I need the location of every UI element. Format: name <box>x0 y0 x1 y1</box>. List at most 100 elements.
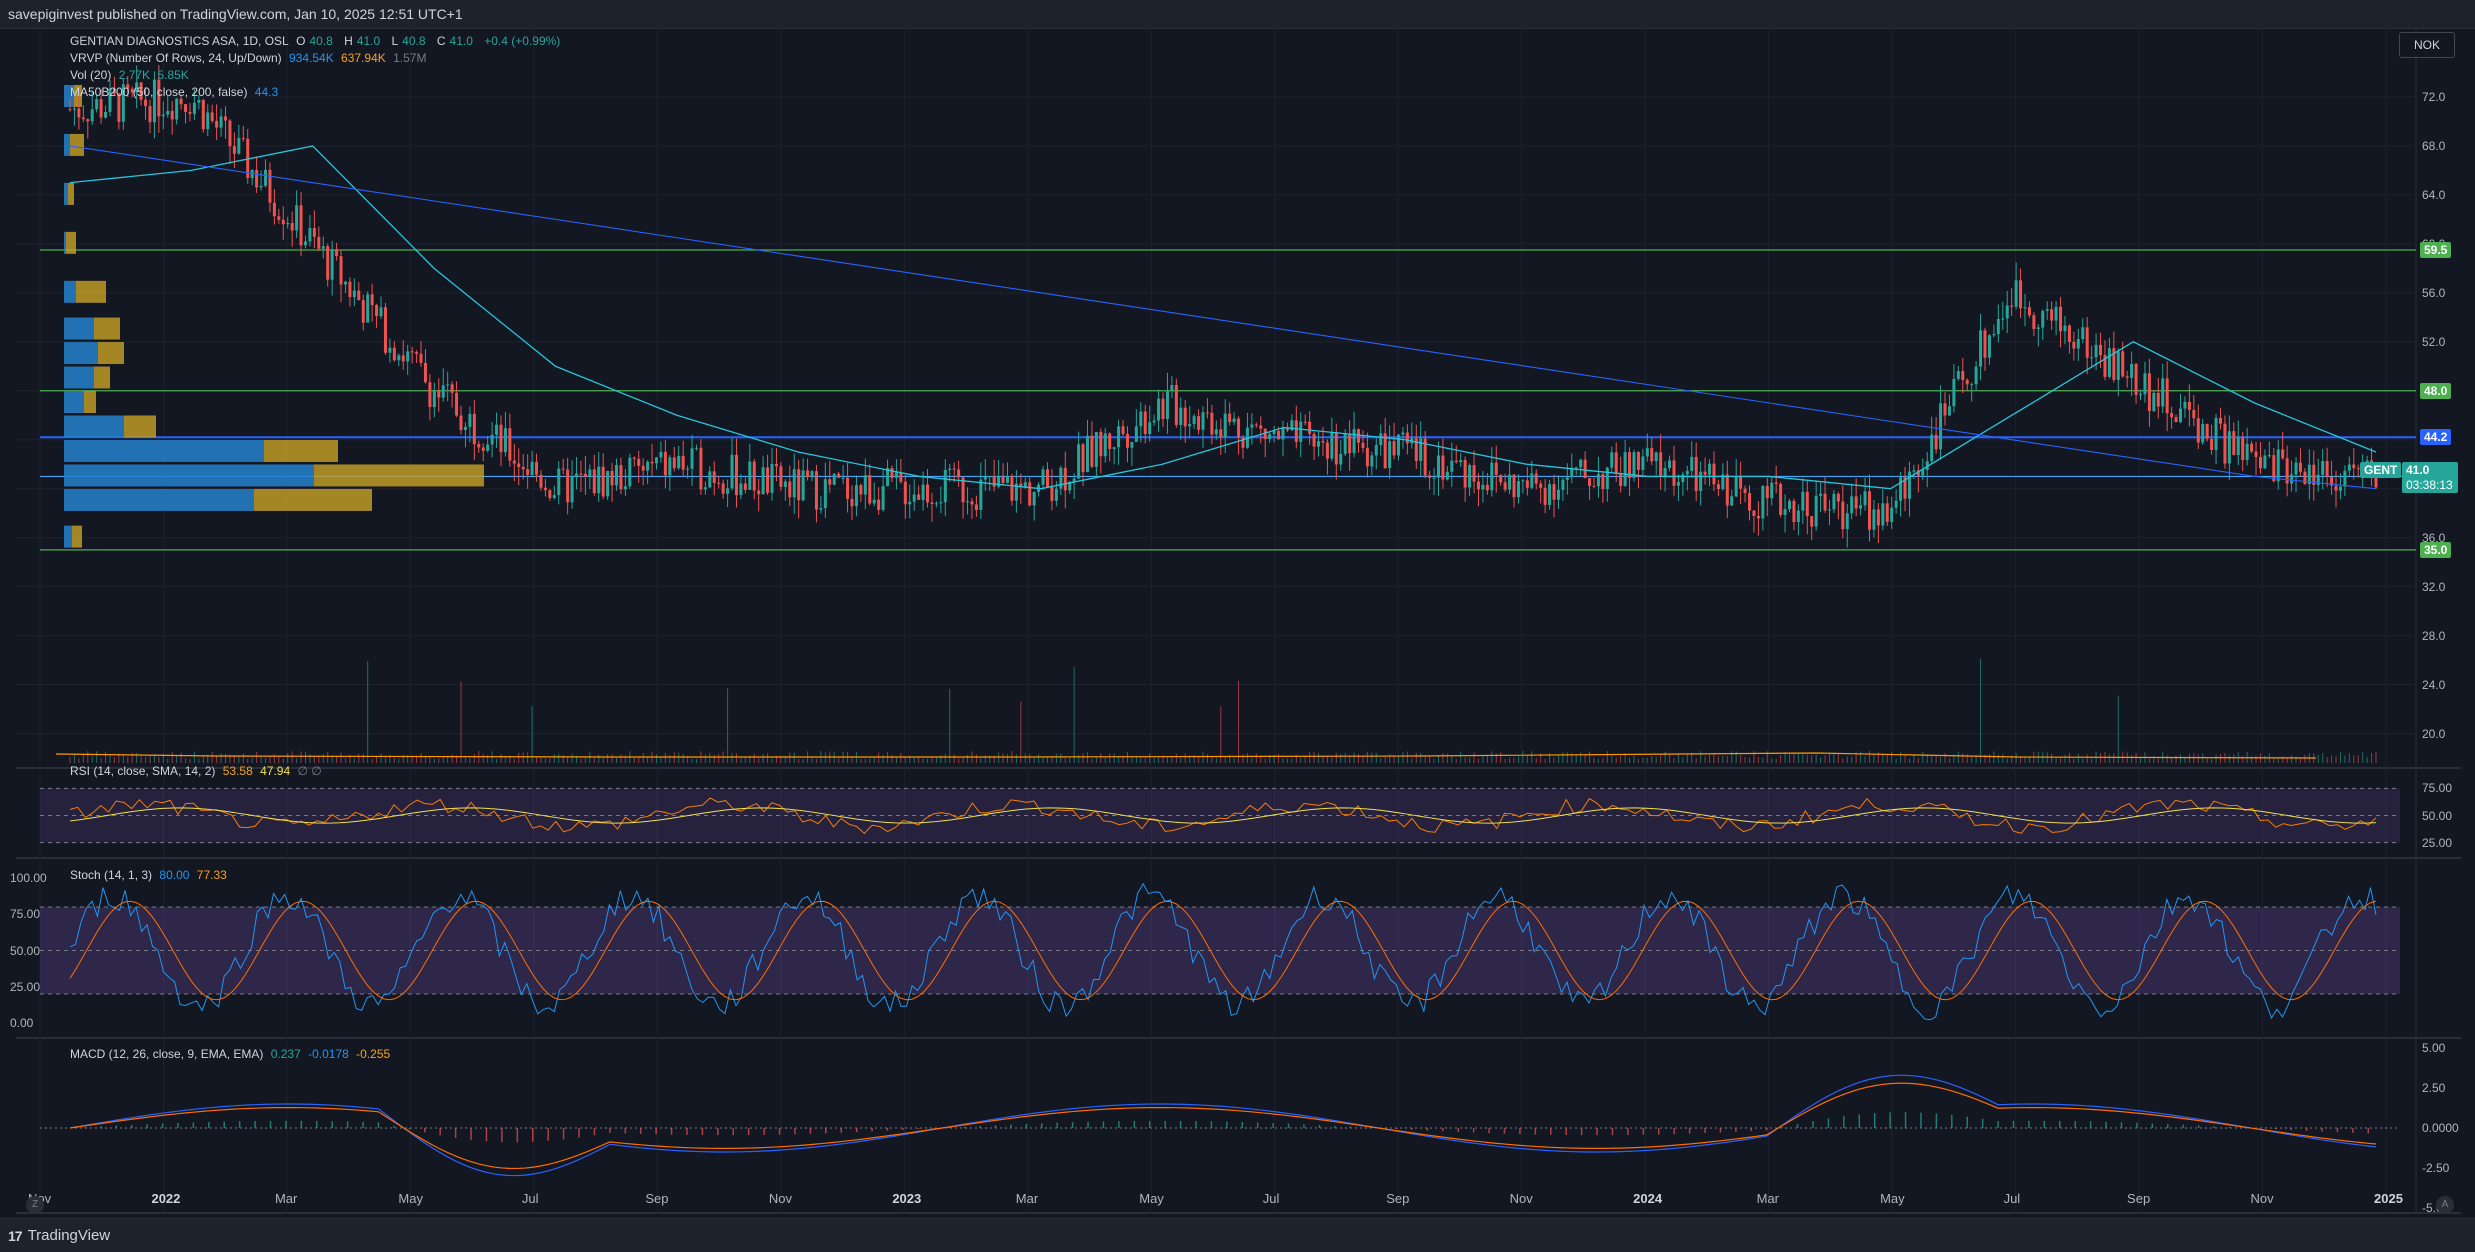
vol-legend[interactable]: Vol (20) 2.77K 5.85K <box>70 68 193 82</box>
candle-body <box>1574 467 1578 469</box>
candle-body <box>1259 425 1263 429</box>
candle-body <box>1725 474 1729 506</box>
time-tick-label: May <box>398 1191 423 1206</box>
candle-body <box>1063 467 1067 491</box>
rsi-legend[interactable]: RSI (14, close, SMA, 14, 2) 53.58 47.94 … <box>70 764 326 778</box>
candle-body <box>463 426 467 431</box>
candle-body <box>535 461 539 475</box>
vrvp-legend[interactable]: VRVP (Number Of Rows, 24, Up/Down) 934.5… <box>70 51 430 65</box>
candle-body <box>983 476 987 480</box>
candle-body <box>339 256 343 285</box>
candle-body <box>268 169 272 203</box>
candle-body <box>1770 482 1774 499</box>
candle-body <box>2374 476 2378 488</box>
candle-body <box>179 98 183 105</box>
candle-body <box>459 415 463 431</box>
candle-body <box>330 249 334 280</box>
candle-body <box>432 391 436 408</box>
candle-body <box>2005 305 2009 319</box>
candle-body <box>1388 441 1392 469</box>
candle-body <box>192 102 196 114</box>
auto-scale-button[interactable]: A <box>2436 1196 2454 1214</box>
candle-body <box>72 108 76 110</box>
candle-body <box>2187 401 2191 410</box>
candle-body <box>326 246 330 280</box>
tradingview-brand[interactable]: 17 TradingView <box>8 1227 110 1244</box>
vrvp-up-bar <box>64 525 72 548</box>
candle-body <box>2059 306 2063 332</box>
candle-body <box>1690 456 1694 471</box>
chart-canvas[interactable] <box>16 28 2461 1218</box>
candle-body <box>672 457 676 469</box>
vrvp-up-bar <box>64 439 264 462</box>
candle-body <box>1783 509 1787 516</box>
stoch-tick-label: 25.00 <box>10 979 41 994</box>
candle-body <box>846 477 850 499</box>
candle-body <box>797 469 801 501</box>
candle-body <box>1801 491 1805 511</box>
candle-body <box>1623 452 1627 487</box>
candle-body <box>726 488 730 494</box>
candle-body <box>1530 473 1534 488</box>
candle-body <box>2183 401 2187 409</box>
candle-body <box>263 169 267 186</box>
ma-legend[interactable]: MA50B200 (50, close, 200, false) 44.3 <box>70 85 282 99</box>
candle-body <box>1712 463 1716 485</box>
candle-body <box>659 451 663 458</box>
candle-body <box>1752 510 1756 516</box>
currency-button[interactable]: NOK <box>2399 32 2455 58</box>
candle-body <box>841 477 845 479</box>
candle-body <box>761 467 765 495</box>
candle-body <box>1676 482 1680 486</box>
macd-label: MACD (12, 26, close, 9, EMA, EMA) <box>70 1047 264 1061</box>
candle-body <box>232 146 236 154</box>
candle-body <box>1845 513 1849 530</box>
candle-body <box>81 117 85 120</box>
candle-body <box>2321 461 2325 475</box>
candle-body <box>2072 341 2076 349</box>
candle-body <box>1054 488 1058 501</box>
candle-body <box>2267 455 2271 457</box>
candle-body <box>2205 424 2209 439</box>
candle-body <box>997 476 1001 487</box>
candle-body <box>1792 500 1796 523</box>
candle-body <box>539 474 543 488</box>
candle-body <box>1032 491 1036 506</box>
time-tick-label: Sep <box>1386 1191 1410 1206</box>
symbol-name: GENTIAN DIAGNOSTICS ASA, 1D, OSL <box>70 34 289 48</box>
candle-body <box>601 466 605 497</box>
macd-legend[interactable]: MACD (12, 26, close, 9, EMA, EMA) 0.237 … <box>70 1047 394 1061</box>
candle-body <box>1254 424 1258 426</box>
candle-body <box>1556 489 1560 500</box>
candle-body <box>1899 477 1903 501</box>
macd-tick-label: 5.00 <box>2422 1041 2446 1055</box>
rsi-ma-value: 47.94 <box>260 764 291 778</box>
candle-body <box>1663 467 1667 477</box>
candle-body <box>1894 500 1898 508</box>
candle-body <box>1432 477 1436 479</box>
candle-body <box>739 483 743 496</box>
candle-body <box>2254 451 2258 457</box>
candle-body <box>890 468 894 478</box>
vrvp-down-bar <box>264 439 338 462</box>
candle-body <box>335 249 339 257</box>
goto-start-button[interactable]: Z <box>26 1196 44 1214</box>
candle-body <box>1827 509 1831 511</box>
candle-body <box>1854 496 1858 509</box>
candle-body <box>2303 471 2307 485</box>
time-tick-label: Nov <box>2250 1191 2274 1206</box>
vrvp-up-bar <box>64 342 98 365</box>
candle-body <box>712 471 716 483</box>
candle-body <box>1716 484 1720 490</box>
time-tick-label: May <box>1880 1191 1905 1206</box>
candle-body <box>1561 479 1565 490</box>
stoch-legend[interactable]: Stoch (14, 1, 3) 80.00 77.33 <box>70 868 231 882</box>
candle-body <box>934 503 938 505</box>
candle-body <box>1379 433 1383 446</box>
candle-body <box>1397 434 1401 456</box>
candle-body <box>654 457 658 464</box>
candle-body <box>566 469 570 503</box>
chart-area[interactable]: GENTIAN DIAGNOSTICS ASA, 1D, OSL O 40.8 H… <box>10 28 2461 1218</box>
candle-body <box>1659 452 1663 477</box>
candle-body <box>410 351 414 353</box>
